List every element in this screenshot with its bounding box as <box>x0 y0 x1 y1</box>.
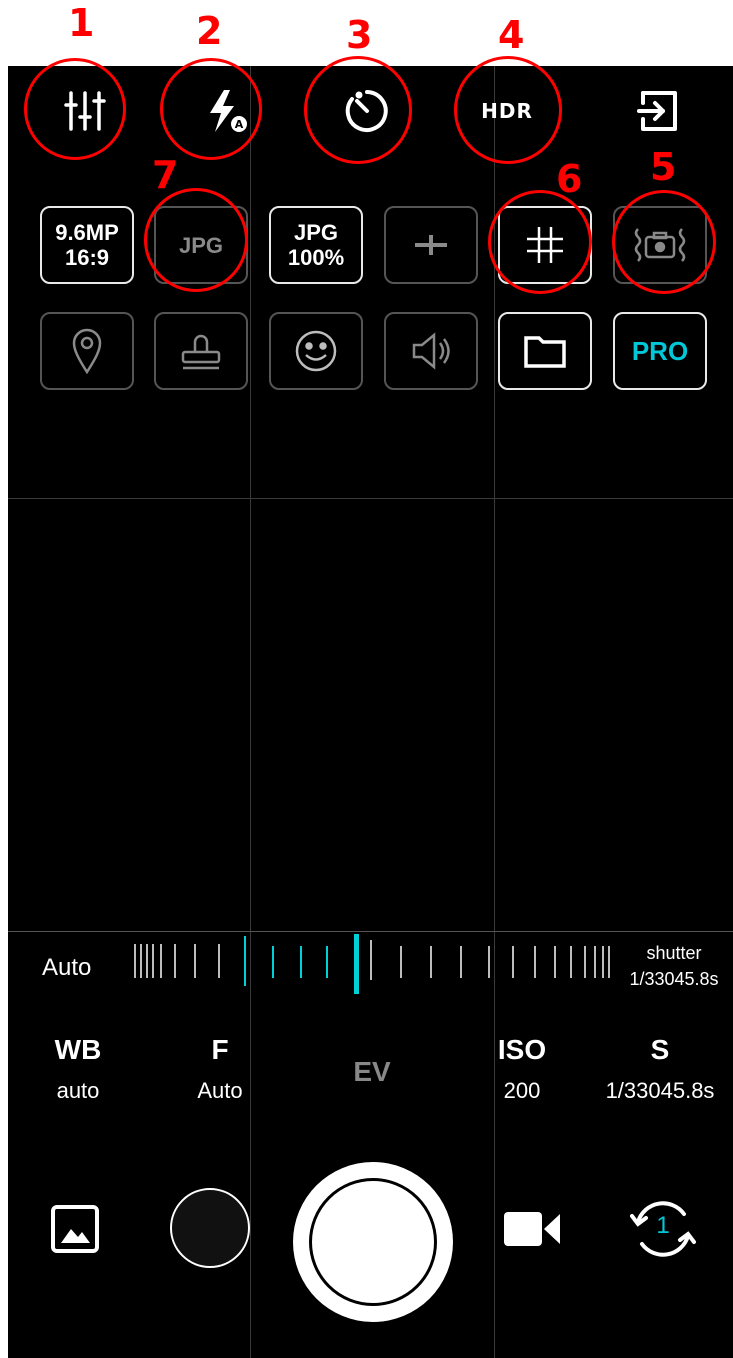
annotation-1: 1 <box>68 1 95 45</box>
location-pin-icon <box>72 328 102 375</box>
switch-camera-badge: 1 <box>656 1212 670 1239</box>
param-f-label: F <box>211 1034 229 1065</box>
svg-text:A: A <box>235 118 244 131</box>
slider-tick <box>584 946 586 978</box>
jpeg-quality-value: 100% <box>287 245 345 270</box>
slider-tick <box>152 944 154 978</box>
param-s-value: 1/33045.8s <box>605 1078 715 1103</box>
smiley-icon <box>295 330 337 372</box>
resolution-ratio: 16:9 <box>64 245 110 270</box>
slider-tick <box>400 946 402 978</box>
pro-label: PRO <box>631 335 689 366</box>
slider-tick <box>554 946 556 978</box>
video-mode-icon[interactable] <box>502 1206 564 1252</box>
face-detection-button[interactable] <box>269 312 363 390</box>
param-wb-label: WB <box>54 1034 102 1065</box>
stamp-icon <box>181 334 221 370</box>
slider-tick <box>430 946 432 978</box>
grid-line-v2 <box>494 66 495 1358</box>
image-format-label: JPG <box>178 232 224 258</box>
slider-tick <box>594 946 596 978</box>
param-wb-value: auto <box>56 1078 100 1103</box>
slider-tick <box>488 946 490 978</box>
stamp-button[interactable] <box>154 312 248 390</box>
slider-info: shutter 1/33045.8s <box>624 940 724 992</box>
param-f-value: Auto <box>197 1078 243 1103</box>
geotag-button[interactable] <box>40 312 134 390</box>
shutter-button[interactable] <box>293 1162 453 1322</box>
slider-tick <box>272 946 274 978</box>
param-wb[interactable]: WB auto <box>8 1034 148 1104</box>
slider-param-value: 1/33045.8s <box>629 969 719 989</box>
slider-tick <box>134 944 136 978</box>
slider-tick <box>608 946 610 978</box>
slider-tick <box>512 946 514 978</box>
slider-current-marker <box>354 934 359 994</box>
param-f[interactable]: F Auto <box>150 1034 290 1104</box>
slider-tick <box>300 946 302 978</box>
slider-tick <box>570 946 572 978</box>
image-format-button[interactable]: JPG <box>154 206 248 284</box>
focus-crosshair-button[interactable] <box>384 206 478 284</box>
settings-sliders-icon[interactable] <box>50 76 120 146</box>
slider-tick <box>370 940 372 980</box>
slider-tick <box>218 944 220 978</box>
switch-camera-button[interactable]: 1 <box>626 1192 700 1266</box>
stabilization-button[interactable] <box>613 206 707 284</box>
slider-tick <box>160 944 162 978</box>
param-s-label: S <box>650 1034 670 1065</box>
timer-icon[interactable] <box>332 76 402 146</box>
slider-tick <box>326 946 328 978</box>
grid-line-v1 <box>250 66 251 1358</box>
camera-shake-icon <box>634 228 686 262</box>
controls-separator <box>8 931 733 932</box>
slider-tick <box>460 946 462 978</box>
save-folder-button[interactable] <box>498 312 592 390</box>
param-ev-label: EV <box>353 1056 391 1087</box>
annotation-7: 7 <box>152 153 179 197</box>
speaker-icon <box>412 332 450 370</box>
grid-icon <box>527 227 563 263</box>
slider-tick <box>534 946 536 978</box>
slider-tick <box>140 944 142 978</box>
plus-icon <box>415 235 447 255</box>
slider-tick <box>602 946 604 978</box>
slider-tick <box>244 936 246 986</box>
annotation-3: 3 <box>346 13 373 57</box>
slider-param-name: shutter <box>646 943 702 963</box>
resolution-mp: 9.6MP <box>55 220 119 245</box>
grid-button[interactable] <box>498 206 592 284</box>
gallery-icon[interactable] <box>50 1204 100 1254</box>
slider-tick <box>174 944 176 978</box>
folder-icon <box>524 336 566 368</box>
param-iso[interactable]: ISO 200 <box>452 1034 592 1104</box>
jpeg-quality-format: JPG <box>293 220 339 245</box>
param-iso-value: 200 <box>503 1078 541 1103</box>
param-ev[interactable]: EV <box>302 1056 442 1088</box>
jpeg-quality-button[interactable]: JPG 100% <box>269 206 363 284</box>
slider-tick <box>194 944 196 978</box>
annotation-4: 4 <box>498 13 525 57</box>
slider-tick <box>146 944 148 978</box>
shutter-inner-ring <box>309 1178 437 1306</box>
flash-auto-icon[interactable]: A <box>192 76 262 146</box>
shutter-sound-button[interactable] <box>384 312 478 390</box>
hdr-label: HDR <box>481 99 533 123</box>
exit-icon[interactable] <box>624 76 694 146</box>
annotation-6: 6 <box>556 157 583 201</box>
grid-line-h1 <box>8 498 733 499</box>
camera-screen: A HDR 9.6MP 16:9 JPG JPG 100% PRO Auto s… <box>8 66 733 1358</box>
param-iso-label: ISO <box>497 1034 547 1065</box>
annotation-5: 5 <box>650 145 677 189</box>
last-photo-thumbnail[interactable] <box>170 1188 250 1268</box>
param-s[interactable]: S 1/33045.8s <box>590 1034 730 1104</box>
annotation-2: 2 <box>196 9 223 53</box>
slider-mode-label: Auto <box>42 954 92 981</box>
pro-mode-button[interactable]: PRO <box>613 312 707 390</box>
resolution-button[interactable]: 9.6MP 16:9 <box>40 206 134 284</box>
hdr-button[interactable]: HDR <box>472 76 542 146</box>
